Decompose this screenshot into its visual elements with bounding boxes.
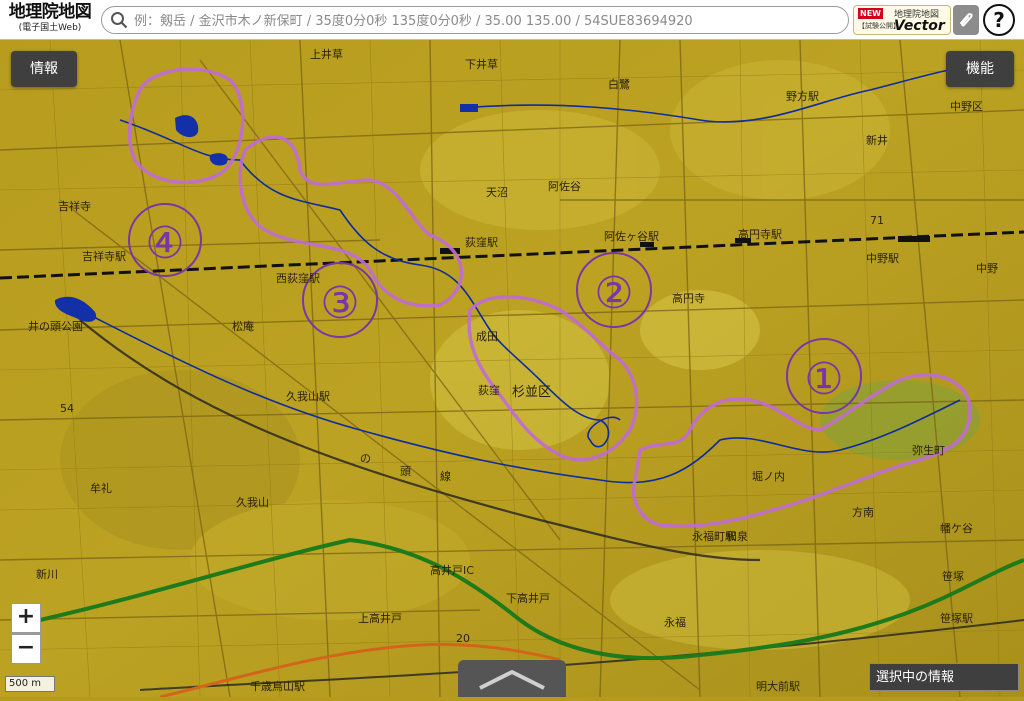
app-logo[interactable]: 地理院地図 (電子国土Web) (4, 2, 96, 38)
logo-title: 地理院地図 (8, 2, 92, 22)
info-button[interactable]: 情報 (11, 51, 77, 87)
bottom-panel-toggle[interactable] (458, 660, 566, 697)
label: 幡ケ谷 (940, 521, 973, 535)
top-bar: 地理院地図 (電子国土Web) NEW 地理院地図 【試験公開】 Vector … (0, 0, 1024, 40)
new-badge: NEW (858, 8, 883, 19)
annotation-1: ① (804, 354, 843, 405)
label: 下井草 (465, 57, 498, 71)
function-button[interactable]: 機能 (946, 51, 1014, 87)
label: 阿佐谷 (548, 179, 581, 193)
label: 永福町駅 (692, 529, 736, 543)
label: 方南 (852, 505, 874, 519)
label: 天沼 (486, 185, 508, 199)
logo-subtitle: (電子国土Web) (18, 23, 82, 33)
label: 阿佐ヶ谷駅 (604, 229, 659, 243)
label: 線 (440, 469, 451, 483)
paperclip-icon (960, 13, 973, 27)
label: 千歳烏山駅 (250, 679, 305, 693)
search-input[interactable] (132, 9, 836, 33)
share-button[interactable] (953, 5, 979, 35)
search-icon (111, 12, 128, 29)
label: 高井戸IC (430, 563, 474, 577)
label: 上高井戸 (358, 611, 402, 625)
label: 野方駅 (786, 89, 819, 103)
label: 荻窪 (478, 383, 500, 397)
label: 中野区 (950, 100, 983, 113)
vector-map-button[interactable]: NEW 地理院地図 【試験公開】 Vector (853, 5, 951, 35)
label: 新井 (866, 133, 888, 147)
label: 堀ノ内 (752, 469, 785, 483)
label: 明大前駅 (756, 679, 800, 693)
label: 成田 (476, 330, 498, 343)
label: 中野 (976, 262, 998, 275)
selected-info-button[interactable]: 選択中の情報 (869, 663, 1019, 691)
label: 吉祥寺駅 (82, 249, 126, 263)
label: の (360, 452, 371, 465)
label: 中野駅 (866, 252, 899, 265)
map-canvas[interactable]: ④ ③ ② ① 上井草 下井草 白鷺 野方駅 中野区 新井 吉祥寺 吉祥寺駅 天… (0, 0, 1024, 697)
pond-myoshoji (460, 104, 478, 112)
annotation-3: ③ (320, 278, 359, 329)
label: 弥生町 (912, 443, 945, 457)
help-button[interactable]: ? (983, 4, 1015, 36)
zoom-out-button[interactable]: − (11, 634, 41, 664)
label: 新川 (36, 567, 58, 581)
vector-label: Vector (894, 18, 945, 34)
label: 71 (870, 214, 884, 227)
label: 荻窪駅 (465, 235, 498, 249)
search-box[interactable] (101, 6, 849, 34)
label: 牟礼 (90, 481, 112, 495)
label: 永福 (664, 615, 686, 629)
annotation-2: ② (594, 268, 633, 319)
label: 笹塚駅 (940, 612, 973, 625)
label: 久我山駅 (286, 390, 330, 403)
annotation-4: ④ (145, 218, 184, 269)
label: 頭 (400, 465, 411, 478)
zoom-in-button[interactable]: + (11, 603, 41, 633)
label: 高円寺駅 (738, 227, 782, 241)
label: 松庵 (232, 319, 254, 333)
scale-bar: 500 m (5, 676, 55, 692)
label: 白鷺 (608, 77, 630, 91)
label: 杉並区 (512, 385, 551, 400)
label: 吉祥寺 (58, 199, 91, 213)
label: 西荻窪駅 (276, 271, 320, 285)
label: 高円寺 (672, 291, 705, 305)
label: 上井草 (310, 47, 343, 61)
label: 久我山 (236, 496, 269, 509)
label: 20 (456, 632, 470, 645)
label: 下高井戸 (506, 591, 550, 605)
label: 井の頭公園 (28, 319, 83, 333)
label: 笹塚 (942, 570, 964, 583)
label: 54 (60, 402, 74, 415)
chevron-up-icon (479, 670, 545, 690)
